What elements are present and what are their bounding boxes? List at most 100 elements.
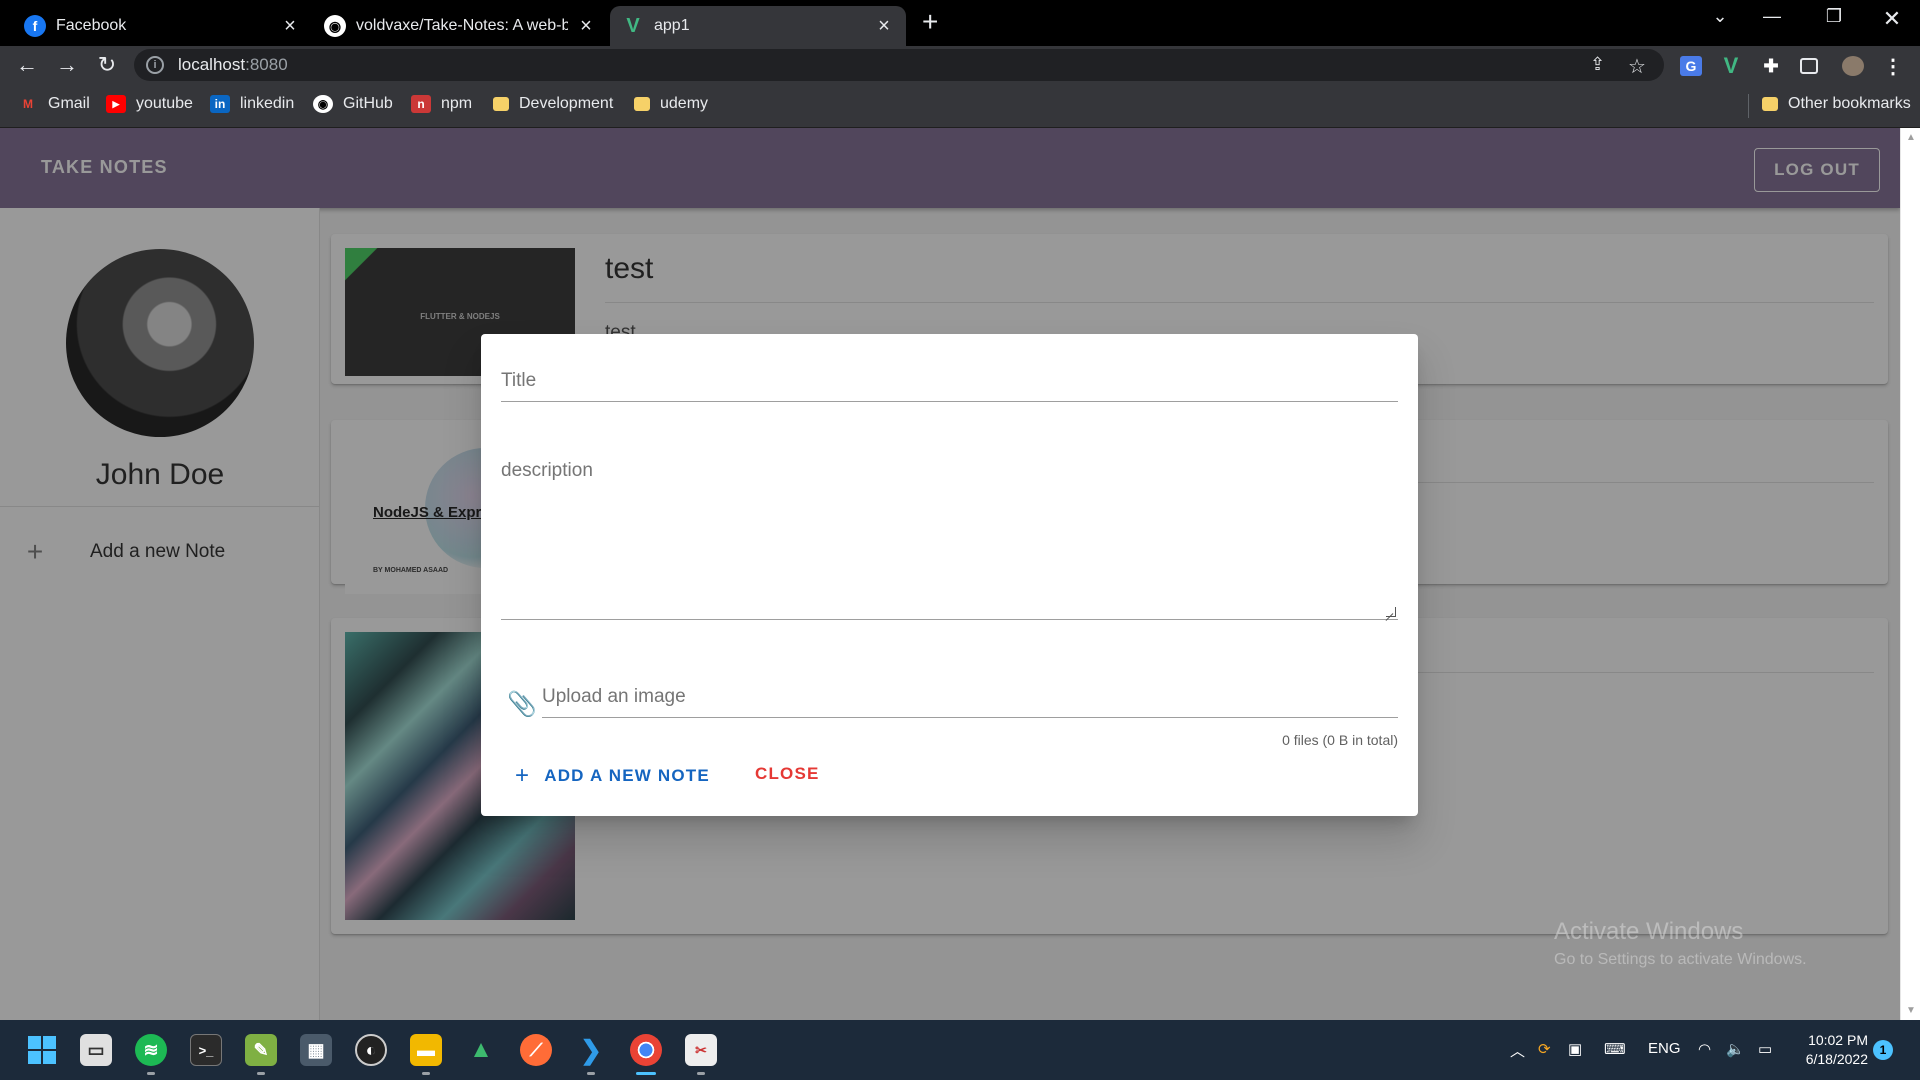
bookmark-gmail[interactable]: M Gmail (18, 95, 90, 113)
new-tab-button[interactable]: + (922, 6, 938, 38)
description-placeholder: description (501, 460, 593, 481)
bookmark-label: udemy (660, 95, 709, 112)
chrome-icon[interactable] (630, 1034, 662, 1066)
close-tab-icon[interactable]: × (280, 15, 300, 38)
folder-icon (493, 97, 509, 111)
add-note-button[interactable]: + ADD A NEW NOTE (515, 762, 710, 790)
close-window-icon[interactable]: ✕ (1872, 6, 1912, 32)
active-indicator (636, 1072, 656, 1075)
vue-icon: V (626, 14, 640, 37)
reload-icon[interactable]: ↻ (92, 50, 122, 80)
extensions-icon[interactable]: ✚ (1760, 56, 1782, 76)
system-clock[interactable]: 10:02 PM 6/18/2022 (1796, 1031, 1868, 1069)
bookmarks-divider (1748, 94, 1749, 118)
github-icon: ◉ (324, 15, 346, 37)
windows-taskbar: ▭ ≋ >_ ✎ ▦ ◐ ▬ ▲ ⟋ ❯ ✂ ︿ ⟳ ▣ ⌨ ENG ◠ 🔈 ▭… (0, 1020, 1920, 1080)
bookmark-npm[interactable]: n npm (411, 95, 472, 113)
tab-search-icon[interactable]: ⌄ (1700, 6, 1740, 27)
obs-icon[interactable]: ◐ (355, 1034, 387, 1066)
volume-icon[interactable]: 🔈 (1726, 1040, 1745, 1058)
tab-github[interactable]: ◉ voldvaxe/Take-Notes: A web-bas × (312, 6, 608, 46)
clock-time: 10:02 PM (1808, 1032, 1868, 1048)
app-viewport: TAKE NOTES LOG OUT John Doe + Add a new … (0, 128, 1920, 1020)
url-text: localhost:8080 (178, 55, 288, 74)
linkedin-icon: in (210, 95, 230, 113)
browser-toolbar: ← → ↻ i localhost:8080 ⇪ ☆ G V ✚ ⋮ (0, 46, 1920, 84)
tab-app1[interactable]: V app1 × (610, 6, 906, 46)
side-panel-icon[interactable] (1800, 58, 1818, 74)
github-icon: ◉ (313, 95, 333, 113)
paperclip-icon[interactable]: 📎 (507, 690, 537, 719)
folder-icon (634, 97, 650, 111)
wifi-icon[interactable]: ◠ (1698, 1040, 1711, 1058)
running-indicator (697, 1072, 705, 1075)
forward-icon[interactable]: → (52, 50, 82, 80)
menu-kebab-icon[interactable]: ⋮ (1882, 56, 1904, 78)
mongodb-compass-icon[interactable]: ▲ (465, 1034, 497, 1066)
scroll-down-icon[interactable]: ▼ (1901, 1005, 1920, 1016)
bookmark-label: linkedin (240, 95, 295, 112)
bookmark-folder-udemy[interactable]: udemy (634, 95, 708, 113)
language-indicator[interactable]: ENG (1648, 1040, 1681, 1057)
add-note-button-label: ADD A NEW NOTE (544, 766, 710, 785)
youtube-icon: ▶ (106, 95, 126, 113)
calculator-icon[interactable]: ▦ (300, 1034, 332, 1066)
description-textarea[interactable]: description (501, 460, 1398, 620)
tab-title: voldvaxe/Take-Notes: A web-bas (356, 17, 568, 34)
profile-avatar-icon[interactable] (1842, 56, 1864, 76)
spotify-icon[interactable]: ≋ (135, 1034, 167, 1066)
terminal-icon[interactable]: >_ (190, 1034, 222, 1066)
bookmarks-bar: M Gmail ▶ youtube in linkedin ◉ GitHub n… (0, 84, 1920, 128)
snipping-tool-icon[interactable]: ✂ (685, 1034, 717, 1066)
bookmark-folder-development[interactable]: Development (493, 95, 613, 113)
title-input[interactable]: Title (501, 362, 1398, 402)
postman-icon[interactable]: ⟋ (520, 1034, 552, 1066)
bookmark-star-icon[interactable]: ☆ (1628, 54, 1646, 79)
new-note-dialog: Title description 📎 Upload an image 0 fi… (481, 334, 1418, 816)
tab-facebook[interactable]: f Facebook × (12, 6, 312, 46)
scroll-up-icon[interactable]: ▲ (1901, 132, 1920, 143)
running-indicator (422, 1072, 430, 1075)
bookmark-github[interactable]: ◉ GitHub (313, 95, 393, 113)
close-tab-icon[interactable]: × (576, 15, 596, 38)
windows-start-icon[interactable] (26, 1034, 58, 1066)
bookmark-label: Other bookmarks (1788, 95, 1911, 112)
bookmark-linkedin[interactable]: in linkedin (210, 95, 294, 113)
bookmark-label: youtube (136, 95, 193, 112)
file-upload-input[interactable]: Upload an image (542, 678, 1398, 718)
keyboard-icon[interactable]: ⌨ (1604, 1040, 1626, 1058)
close-tab-icon[interactable]: × (874, 15, 894, 38)
scrollbar[interactable]: ▲ ▼ (1900, 128, 1920, 1020)
browser-tab-strip: f Facebook × ◉ voldvaxe/Take-Notes: A we… (0, 0, 1920, 46)
address-bar[interactable]: i localhost:8080 ⇪ ☆ (134, 49, 1664, 81)
running-indicator (257, 1072, 265, 1075)
facebook-icon: f (24, 15, 46, 37)
resize-handle-icon[interactable] (1386, 607, 1396, 617)
tray-overflow-icon[interactable]: ︿ (1510, 1040, 1525, 1061)
back-icon[interactable]: ← (12, 50, 42, 80)
task-view-icon[interactable]: ▭ (80, 1034, 112, 1066)
activation-watermark-title: Activate Windows (1554, 918, 1744, 945)
tab-title: app1 (654, 17, 690, 34)
restore-icon[interactable]: ❐ (1814, 6, 1854, 27)
image-editor-icon[interactable]: ✎ (245, 1034, 277, 1066)
notification-badge[interactable]: 1 (1873, 1040, 1893, 1060)
folder-icon (1762, 97, 1778, 111)
vue-devtools-icon[interactable]: V (1720, 53, 1742, 78)
sync-icon[interactable]: ⟳ (1538, 1040, 1551, 1058)
share-icon[interactable]: ⇪ (1590, 54, 1605, 75)
clock-date: 6/18/2022 (1805, 1051, 1868, 1067)
file-explorer-icon[interactable]: ▬ (410, 1034, 442, 1066)
other-bookmarks[interactable]: Other bookmarks (1762, 95, 1911, 113)
bookmark-label: npm (441, 95, 473, 112)
running-indicator (587, 1072, 595, 1075)
translate-extension-icon[interactable]: G (1680, 56, 1702, 76)
bookmark-youtube[interactable]: ▶ youtube (106, 95, 193, 113)
site-info-icon[interactable]: i (146, 56, 164, 74)
battery-icon[interactable]: ▭ (1758, 1040, 1772, 1058)
app-tray-icon[interactable]: ▣ (1568, 1040, 1582, 1058)
plus-icon: + (515, 762, 531, 789)
vscode-icon[interactable]: ❯ (575, 1034, 607, 1066)
close-button[interactable]: CLOSE (755, 764, 820, 784)
minimize-icon[interactable]: — (1752, 6, 1792, 27)
